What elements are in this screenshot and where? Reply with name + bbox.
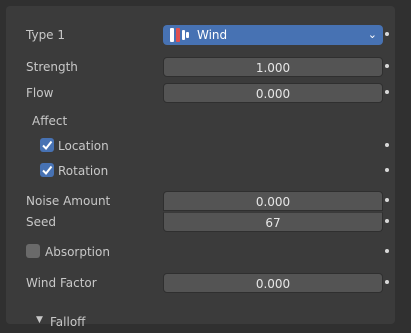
rotation-label: Rotation [58,164,109,178]
wind-factor-field[interactable]: 0.000 [163,273,383,293]
type-value: Wind [197,28,228,42]
wind-factor-label: Wind Factor [26,276,97,290]
rotation-checkbox[interactable] [40,163,54,177]
wind-force-icon [169,27,191,49]
noise-amount-field[interactable]: 0.000 [163,191,383,211]
animate-property-dot[interactable] [385,219,389,223]
animate-property-dot[interactable] [385,249,389,253]
flow-row: Flow 0.000 [6,82,395,104]
location-label: Location [58,139,109,153]
flow-field[interactable]: 0.000 [163,83,383,103]
collapse-arrow-icon: ▼ [36,315,43,325]
animate-property-dot[interactable] [385,198,389,202]
falloff-subpanel-header[interactable]: ▼ Falloff [6,311,395,333]
wind-factor-row: Wind Factor 0.000 [6,272,395,294]
strength-row: Strength 1.000 [6,56,395,78]
animate-property-dot[interactable] [385,64,389,68]
strength-label: Strength [26,60,78,74]
seed-field[interactable]: 67 [163,212,383,232]
flow-label: Flow [26,86,54,100]
location-row[interactable]: Location [6,135,395,157]
rotation-row[interactable]: Rotation [6,160,395,182]
affect-row: Affect [6,110,395,132]
physics-settings-panel: Type 1 Wind ⌄ Strength 1.000 Flow 0.000 [6,6,395,329]
seed-row: Seed 67 [6,211,395,233]
chevron-down-icon: ⌄ [367,28,377,41]
affect-label: Affect [32,114,68,128]
animate-property-dot[interactable] [385,168,389,172]
type-label: Type 1 [26,28,66,42]
animate-property-dot[interactable] [385,280,389,284]
absorption-checkbox[interactable] [26,244,40,258]
noise-amount-row: Noise Amount 0.000 [6,190,395,212]
strength-field[interactable]: 1.000 [163,57,383,77]
type-dropdown[interactable]: Wind ⌄ [163,25,383,45]
absorption-label: Absorption [45,245,110,259]
noise-amount-label: Noise Amount [26,194,111,208]
location-checkbox[interactable] [40,138,54,152]
type-row: Type 1 Wind ⌄ [6,24,395,46]
animate-property-dot[interactable] [385,143,389,147]
absorption-row[interactable]: Absorption [6,241,395,263]
animate-property-dot[interactable] [385,90,389,94]
falloff-label: Falloff [50,315,86,329]
seed-label: Seed [26,215,56,229]
animate-property-dot[interactable] [385,32,389,36]
